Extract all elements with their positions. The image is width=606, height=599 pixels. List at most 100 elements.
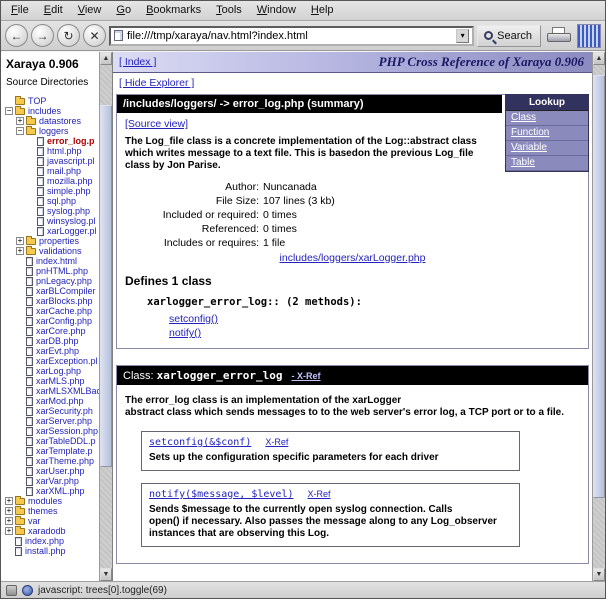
tree-item-label[interactable]: TOP [28,96,46,106]
main-scroll-track[interactable] [593,65,605,568]
tree-item-var[interactable]: +var [4,516,99,526]
include-file-link[interactable]: includes/loggers/xarLogger.php [280,252,426,264]
tree-item-xarEvt.php[interactable]: xarEvt.php [4,346,99,356]
tree-item-label[interactable]: xarCache.php [36,306,92,316]
main-scroll-thumb[interactable] [593,75,605,498]
tree-item-index.php[interactable]: index.php [4,536,99,546]
forward-button[interactable]: → [31,24,54,47]
tree-item-label[interactable]: xarMLS.php [36,376,85,386]
tree-item-label[interactable]: pnLegacy.php [36,276,92,286]
tree-item-xarBlocks.php[interactable]: xarBlocks.php [4,296,99,306]
tree-item-label[interactable]: xarVar.php [36,476,79,486]
tree-item-xarUser.php[interactable]: xarUser.php [4,466,99,476]
tree-item-label[interactable]: xarServer.php [36,416,92,426]
tree-item-xarLogger.pl[interactable]: xarLogger.pl [4,226,99,236]
tree-item-index.html[interactable]: index.html [4,256,99,266]
plus-expander-icon[interactable]: + [5,527,13,535]
tree-item-properties[interactable]: + properties [4,236,99,246]
tree-item-xarTableDDL.p[interactable]: xarTableDDL.p [4,436,99,446]
tree-item-xarConfig.php[interactable]: xarConfig.php [4,316,99,326]
tree-item-label[interactable]: xarTableDDL.p [36,436,96,446]
plus-expander-icon[interactable]: + [16,237,24,245]
tree-item-loggers[interactable]: −loggers [4,126,99,136]
tree-item-label[interactable]: xarLogger.pl [47,226,97,236]
tree-item-label[interactable]: xarLog.php [36,366,81,376]
tree-item-label[interactable]: syslog.php [47,206,90,216]
main-scroll-up-icon[interactable]: ▲ [593,52,605,65]
tree-item-mozilla.php[interactable]: mozilla.php [4,176,99,186]
tree-item-install.php[interactable]: install.php [4,546,99,556]
tree-item-label[interactable]: winsyslog.pl [47,216,96,226]
lookup-item-function[interactable]: Function [506,126,588,141]
tree-item-label[interactable]: datastores [39,116,81,126]
tree-item-xaradodb[interactable]: +xaradodb [4,526,99,536]
tree-item-label[interactable]: xarEvt.php [36,346,79,356]
main-scrollbar[interactable]: ▲ ▼ [592,52,605,581]
sidebar-scroll-up-icon[interactable]: ▲ [100,52,112,65]
minus-expander-icon[interactable]: − [16,127,24,135]
main-scroll-down-icon[interactable]: ▼ [593,568,605,581]
reload-button[interactable]: ↻ [57,24,80,47]
xref-link[interactable]: X-Ref [265,437,288,447]
source-view-link[interactable]: [Source view] [125,118,188,130]
lookup-link-variable[interactable]: Variable [511,142,547,153]
lookup-link-table[interactable]: Table [511,157,535,168]
sidebar-scroll-down-icon[interactable]: ▼ [100,568,112,581]
stop-button[interactable]: ✕ [83,24,106,47]
tree-item-label[interactable]: html.php [47,146,82,156]
plus-expander-icon[interactable]: + [5,517,13,525]
tree-item-simple.php[interactable]: simple.php [4,186,99,196]
tree-item-label[interactable]: properties [39,236,79,246]
tree-item-xarCache.php[interactable]: xarCache.php [4,306,99,316]
back-button[interactable]: ← [5,24,28,47]
url-input[interactable]: file:///tmp/xaraya/nav.html?index.html [127,30,452,42]
tree-item-includes[interactable]: −includes [4,106,99,116]
tree-item-xarMLSXMLBac[interactable]: xarMLSXMLBac [4,386,99,396]
tree-item-xarCore.php[interactable]: xarCore.php [4,326,99,336]
tree-item-label[interactable]: includes [28,106,61,116]
plus-expander-icon[interactable]: + [5,507,13,515]
hide-explorer-link[interactable]: [ Hide Explorer ] [119,77,194,89]
tree-item-label[interactable]: xarBlocks.php [36,296,93,306]
tree-item-label[interactable]: themes [28,506,58,516]
tree-item-label[interactable]: xarBLCompiler [36,286,96,296]
method-link-notify[interactable]: notify() [169,326,580,340]
tree-item-pnLegacy.php[interactable]: pnLegacy.php [4,276,99,286]
menu-view[interactable]: View [71,2,109,19]
tree-item-xarVar.php[interactable]: xarVar.php [4,476,99,486]
menu-window[interactable]: Window [250,2,303,19]
tree-item-label[interactable]: xarCore.php [36,326,86,336]
plus-expander-icon[interactable]: + [5,497,13,505]
tree-item-xarSecurity.ph[interactable]: xarSecurity.ph [4,406,99,416]
tree-item-error_log.p[interactable]: error_log.p [4,136,99,146]
menu-bookmarks[interactable]: Bookmarks [139,2,208,19]
xref-link[interactable]: X-Ref [308,489,331,499]
tree-item-label[interactable]: sql.php [47,196,76,206]
url-bar[interactable]: file:///tmp/xaraya/nav.html?index.html ▾ [109,26,474,46]
tree-item-xarBLCompiler[interactable]: xarBLCompiler [4,286,99,296]
search-button[interactable]: Search [477,25,541,47]
tree-item-xarMLS.php[interactable]: xarMLS.php [4,376,99,386]
tree-item-label[interactable]: xarXML.php [36,486,85,496]
tree-item-xarDB.php[interactable]: xarDB.php [4,336,99,346]
menu-tools[interactable]: Tools [209,2,249,19]
plus-expander-icon[interactable]: + [16,117,24,125]
tree-item-xarServer.php[interactable]: xarServer.php [4,416,99,426]
tree-item-label[interactable]: simple.php [47,186,91,196]
tree-item-label[interactable]: xarSession.php [36,426,98,436]
tree-item-javascript.pl[interactable]: javascript.pl [4,156,99,166]
tree-item-label[interactable]: xarSecurity.ph [36,406,93,416]
tree-item-sql.php[interactable]: sql.php [4,196,99,206]
tree-item-label[interactable]: javascript.pl [47,156,95,166]
tree-item-label[interactable]: install.php [25,546,66,556]
lookup-item-variable[interactable]: Variable [506,141,588,156]
index-link[interactable]: [ Index ] [119,56,156,68]
tree-item-mail.php[interactable]: mail.php [4,166,99,176]
tree-item-themes[interactable]: + themes [4,506,99,516]
tree-item-label[interactable]: modules [28,496,62,506]
tree-item-xarXML.php[interactable]: xarXML.php [4,486,99,496]
url-dropdown-icon[interactable]: ▾ [456,29,469,43]
tree-item-modules[interactable]: + modules [4,496,99,506]
tree-item-xarMod.php[interactable]: xarMod.php [4,396,99,406]
tree-item-xarTemplate.p[interactable]: xarTemplate.p [4,446,99,456]
